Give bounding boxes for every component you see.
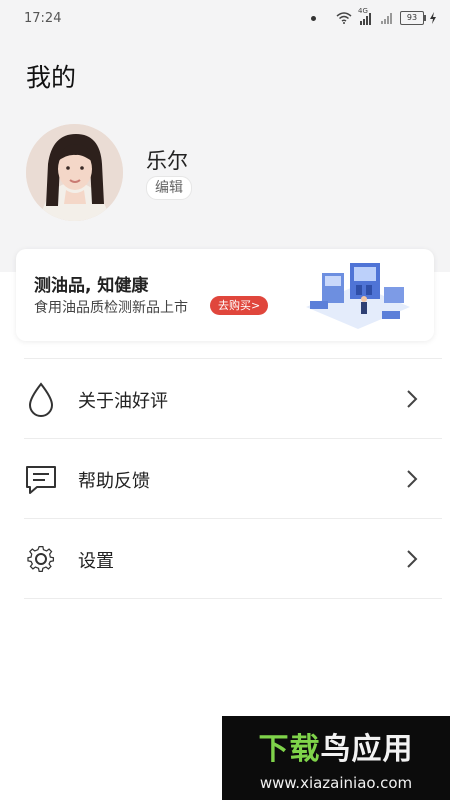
- menu-item-label: 关于油好评: [78, 391, 168, 412]
- edit-profile-button[interactable]: 编辑: [146, 176, 192, 200]
- watermark-title-green: 下载: [258, 732, 321, 767]
- menu-item-settings[interactable]: 设置: [0, 519, 450, 599]
- battery-indicator: 93: [400, 11, 426, 25]
- notification-dot-icon: [311, 15, 316, 21]
- status-time: 17:24: [24, 11, 62, 26]
- watermark-title: 下载鸟应用: [222, 724, 450, 768]
- status-icons: 4G 93: [311, 7, 436, 26]
- chevron-right-icon: [407, 550, 418, 568]
- feedback-icon: [26, 466, 56, 494]
- menu-item-label: 设置: [78, 551, 114, 572]
- site-watermark: 下载鸟应用 www.xiazainiao.com: [222, 716, 450, 800]
- drop-icon: [28, 382, 54, 417]
- page-title: 我的: [26, 63, 77, 92]
- wifi-icon: [336, 12, 352, 24]
- avatar[interactable]: [26, 124, 123, 221]
- banner-subtitle: 食用油品质检测新品上市: [34, 300, 188, 316]
- charging-icon: [430, 12, 436, 24]
- watermark-title-white: 鸟应用: [320, 732, 414, 767]
- menu-item-feedback[interactable]: 帮助反馈: [0, 439, 450, 519]
- gear-icon: [27, 545, 55, 573]
- chevron-right-icon: [407, 470, 418, 488]
- menu-item-label: 帮助反馈: [78, 471, 150, 492]
- buy-button[interactable]: 去购买>: [210, 296, 269, 315]
- signal-icon-1: 4G: [358, 7, 374, 25]
- watermark-url: www.xiazainiao.com: [259, 774, 413, 792]
- banner-illustration: [306, 263, 410, 329]
- menu-item-about[interactable]: 关于油好评: [0, 359, 450, 439]
- avatar-image: [26, 124, 123, 221]
- chevron-right-icon: [407, 390, 418, 408]
- status-bar: 17:24 4G 93: [0, 0, 450, 36]
- signal-icon-2: [381, 13, 392, 24]
- menu-divider: [24, 598, 442, 599]
- promo-banner[interactable]: 测油品, 知健康 食用油品质检测新品上市 去购买>: [16, 249, 434, 341]
- user-name: 乐尔: [146, 149, 188, 173]
- banner-title: 测油品, 知健康: [34, 276, 149, 296]
